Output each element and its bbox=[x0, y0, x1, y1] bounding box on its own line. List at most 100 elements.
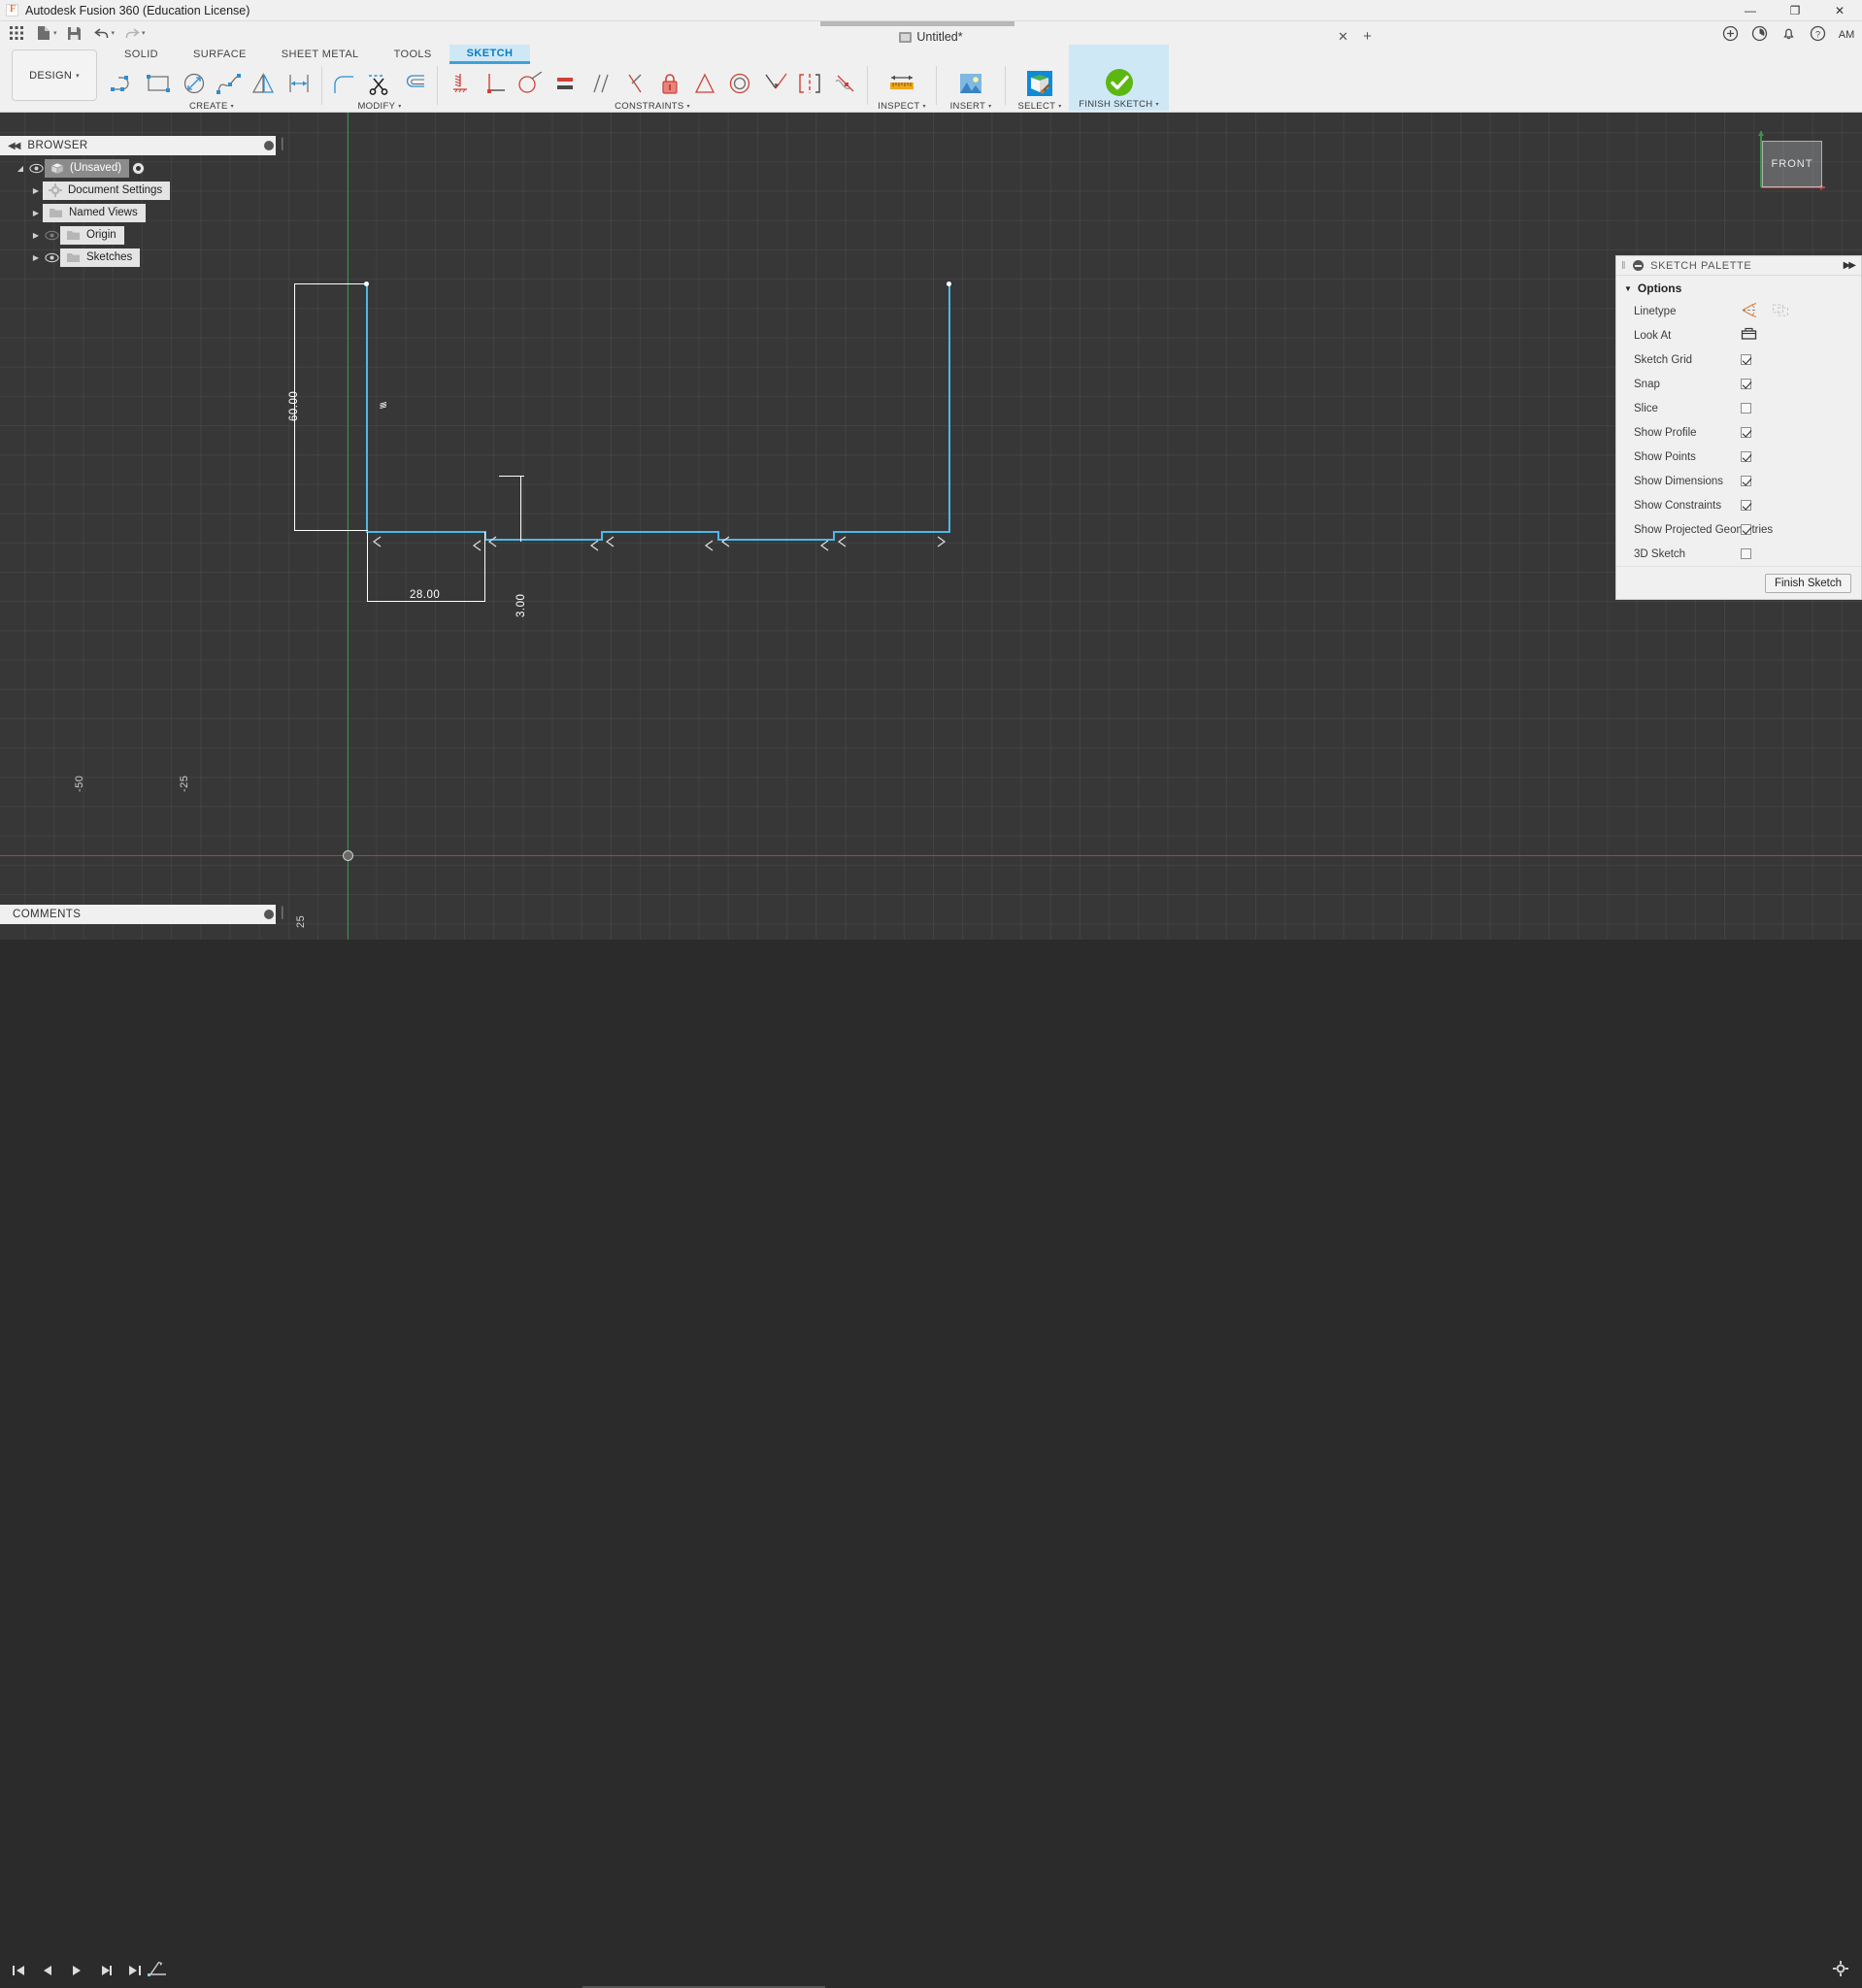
browser-row-document-settings[interactable]: ▶ Document Settings bbox=[0, 182, 287, 200]
3d-sketch-checkbox[interactable] bbox=[1741, 548, 1751, 559]
centerline-icon[interactable] bbox=[1772, 303, 1789, 320]
show-profile-checkbox[interactable] bbox=[1741, 427, 1751, 438]
sketch-point-top-right[interactable] bbox=[947, 282, 951, 286]
browser-row-label[interactable]: Origin bbox=[60, 226, 124, 245]
horizontal-vertical-constraint-icon[interactable] bbox=[443, 67, 478, 100]
sketch-line-bottom-1[interactable] bbox=[366, 531, 485, 533]
comments-grip-icon[interactable]: ⎮ bbox=[280, 907, 285, 919]
collapse-arrows-icon[interactable]: ◀◀ bbox=[8, 141, 20, 151]
origin-point[interactable] bbox=[343, 850, 353, 861]
show-projected-geometries-checkbox[interactable] bbox=[1741, 524, 1751, 535]
parallel-constraint-icon[interactable] bbox=[582, 67, 617, 100]
constraint-marker-4[interactable] bbox=[588, 540, 602, 551]
snap-checkbox[interactable] bbox=[1741, 379, 1751, 389]
palette-row-sketch-grid[interactable]: Sketch Grid bbox=[1616, 348, 1861, 372]
panel-label-finish-sketch[interactable]: FINISH SKETCH ▾ bbox=[1079, 99, 1159, 111]
palette-row-snap[interactable]: Snap bbox=[1616, 372, 1861, 396]
finish-sketch-button[interactable]: FINISH SKETCH ▾ bbox=[1069, 45, 1169, 111]
close-document-button[interactable]: ✕ bbox=[1338, 29, 1348, 45]
eye-icon[interactable] bbox=[27, 163, 45, 174]
palette-row-slice[interactable]: Slice bbox=[1616, 396, 1861, 420]
perpendicular-constraint-icon[interactable] bbox=[478, 67, 513, 100]
close-button[interactable]: ✕ bbox=[1817, 0, 1862, 21]
sketch-line-left-vertical[interactable] bbox=[366, 284, 368, 532]
constraint-vertical-marker[interactable]: \\\\ bbox=[379, 403, 388, 409]
palette-row-show-constraints[interactable]: Show Constraints bbox=[1616, 493, 1861, 517]
extensions-icon[interactable] bbox=[1720, 23, 1740, 43]
undo-caret[interactable]: ▾ bbox=[112, 29, 116, 37]
workspace-switcher[interactable]: DESIGN ▾ bbox=[12, 50, 97, 101]
timeline-step-back[interactable] bbox=[39, 1962, 56, 1979]
expand-arrows-icon[interactable]: ▶▶ bbox=[1844, 260, 1856, 271]
tab-sketch[interactable]: SKETCH bbox=[449, 45, 531, 64]
view-cube[interactable]: FRONT bbox=[1757, 127, 1835, 205]
equal-constraint-icon[interactable] bbox=[548, 67, 582, 100]
browser-row-label[interactable]: Sketches bbox=[60, 248, 141, 267]
palette-row-show-profile[interactable]: Show Profile bbox=[1616, 420, 1861, 445]
job-status-icon[interactable] bbox=[1749, 23, 1769, 43]
tab-sheet-metal[interactable]: SHEET METAL bbox=[264, 45, 377, 64]
save-icon[interactable] bbox=[62, 22, 87, 44]
sketch-line-bottom-2[interactable] bbox=[601, 531, 718, 533]
fix-unfix-constraint-icon[interactable] bbox=[652, 67, 687, 100]
ribbon-panel-inspect[interactable]: INSPECT ▾ bbox=[873, 66, 931, 113]
timeline-settings-gear-icon[interactable] bbox=[1833, 1961, 1848, 1979]
browser-grip-icon[interactable]: ⎮ bbox=[280, 138, 285, 150]
app-grid-icon[interactable] bbox=[4, 22, 29, 44]
construction-line-icon[interactable] bbox=[1741, 302, 1758, 320]
line-icon[interactable] bbox=[107, 67, 142, 100]
new-document-caret[interactable]: ▾ bbox=[53, 29, 57, 37]
timeline-play[interactable] bbox=[68, 1962, 85, 1979]
sketch-grid-checkbox[interactable] bbox=[1741, 354, 1751, 365]
dim28-text[interactable]: 28.00 bbox=[410, 589, 440, 601]
expander-icon[interactable]: ▶ bbox=[29, 209, 43, 217]
polygon-icon[interactable] bbox=[247, 67, 282, 100]
notifications-icon[interactable] bbox=[1779, 23, 1798, 43]
expander-icon[interactable]: ▶ bbox=[29, 186, 43, 195]
palette-row-3d-sketch[interactable]: 3D Sketch bbox=[1616, 542, 1861, 566]
constraint-marker-6[interactable] bbox=[703, 540, 716, 551]
constraint-marker-10[interactable] bbox=[934, 536, 948, 547]
ribbon-panel-select[interactable]: SELECT ▾ bbox=[1011, 66, 1069, 113]
comments-panel[interactable]: COMMENTS ⎮ bbox=[0, 905, 285, 924]
palette-row-show-points[interactable]: Show Points bbox=[1616, 445, 1861, 469]
comments-resize-dot[interactable] bbox=[264, 910, 274, 919]
document-tab[interactable]: Untitled* bbox=[899, 30, 963, 44]
panel-label-insert[interactable]: INSERT ▾ bbox=[950, 101, 992, 113]
trim-icon[interactable] bbox=[362, 67, 397, 100]
timeline-go-to-beginning[interactable] bbox=[10, 1962, 27, 1979]
dim3-line[interactable] bbox=[520, 476, 521, 542]
offset-icon[interactable] bbox=[397, 67, 432, 100]
constraint-marker-8[interactable] bbox=[818, 540, 832, 551]
maximize-button[interactable]: ❐ bbox=[1773, 0, 1817, 21]
constraint-marker-5[interactable] bbox=[604, 536, 617, 547]
constraint-marker-2[interactable] bbox=[471, 540, 484, 551]
view-cube-front-face[interactable]: FRONT bbox=[1762, 141, 1822, 187]
expander-icon[interactable]: ▶ bbox=[29, 253, 43, 262]
palette-grip-icon[interactable]: ‖ bbox=[1621, 260, 1626, 272]
constraint-marker-7[interactable] bbox=[719, 536, 733, 547]
browser-row-label[interactable]: Named Views bbox=[43, 204, 146, 222]
tab-solid[interactable]: SOLID bbox=[107, 45, 176, 64]
browser-row-label[interactable]: (Unsaved) bbox=[45, 159, 130, 178]
palette-row-show-projected-geometries[interactable]: Show Projected Geometries bbox=[1616, 517, 1861, 542]
ribbon-group-label-constraints[interactable]: CONSTRAINTS ▾ bbox=[615, 101, 690, 113]
fillet-icon[interactable] bbox=[327, 67, 362, 100]
new-tab-button[interactable]: + bbox=[1359, 28, 1376, 45]
sketch1-feature-icon[interactable] bbox=[142, 1952, 175, 1985]
tab-surface[interactable]: SURFACE bbox=[176, 45, 264, 64]
show-points-checkbox[interactable] bbox=[1741, 451, 1751, 462]
spline-icon[interactable] bbox=[212, 67, 247, 100]
sketch-line-notch-2-bottom[interactable] bbox=[717, 539, 835, 541]
ribbon-group-label-create[interactable]: CREATE ▾ bbox=[189, 101, 234, 113]
dimension-icon[interactable] bbox=[282, 67, 316, 100]
curvature-constraint-icon[interactable] bbox=[827, 67, 862, 100]
panel-label-inspect[interactable]: INSPECT ▾ bbox=[878, 101, 926, 113]
sketch-line-bottom-3[interactable] bbox=[833, 531, 950, 533]
green-check-icon[interactable] bbox=[1102, 66, 1137, 99]
palette-row-show-dimensions[interactable]: Show Dimensions bbox=[1616, 469, 1861, 493]
redo-caret[interactable]: ▾ bbox=[142, 29, 146, 37]
minimize-button[interactable]: — bbox=[1728, 0, 1773, 21]
options-section-header[interactable]: ▼ Options bbox=[1616, 276, 1861, 299]
finish-sketch-palette-button[interactable]: Finish Sketch bbox=[1764, 573, 1851, 593]
